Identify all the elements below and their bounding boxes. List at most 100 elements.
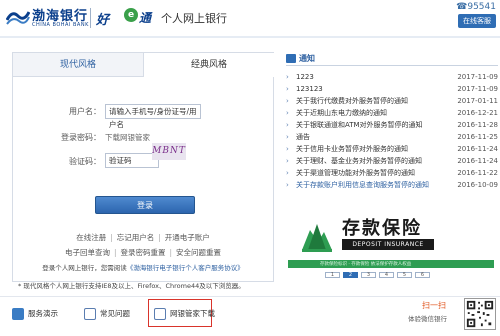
notice-text: 关于存款账户利用信息查询服务暂停的通知 — [296, 181, 429, 189]
notice-text: 通告 — [296, 133, 310, 141]
slogan-part1: 好 — [96, 13, 110, 28]
wechat-qr-code-icon — [464, 298, 496, 330]
banner-page-indicator[interactable]: 1 — [325, 272, 340, 278]
link-separator: | — [169, 248, 173, 257]
notice-text: 关于近期山东电力缴纳的通知 — [296, 109, 387, 117]
banner-page-indicator[interactable]: 6 — [415, 272, 430, 278]
bank-logo-icon — [6, 11, 30, 25]
bank-name-en: CHINA BOHAI BANK — [32, 22, 89, 28]
username-input[interactable]: 请输入手机号/身份证号/用户名 — [105, 104, 201, 129]
bullet-arrow-icon: › — [286, 157, 289, 165]
notice-text: 123123 — [296, 85, 323, 93]
faq-label: 常见问题 — [100, 309, 130, 318]
online-service-button[interactable]: 在线客服 — [458, 14, 496, 28]
register-link[interactable]: 在线注册 — [76, 233, 106, 242]
open-account-link[interactable]: 开通电子账户 — [165, 233, 210, 242]
banner-title-en: DEPOSIT INSURANCE — [342, 239, 434, 250]
download-manager-hint[interactable]: 下载网银管家 — [105, 132, 150, 143]
banner-page-indicator[interactable]: 2 — [343, 272, 358, 278]
notice-date: 2016-10-09 — [457, 181, 498, 189]
notice-text: 关于我行代缴费对外服务暂停的通知 — [296, 97, 408, 105]
deposit-insurance-logo-icon — [302, 224, 332, 252]
notice-date: 2016-12-21 — [457, 109, 498, 117]
notice-text: 关于理财、基金业务对外服务暂停的通知 — [296, 157, 422, 165]
deposit-insurance-banner[interactable]: 存款保险 DEPOSIT INSURANCE — [288, 208, 494, 260]
bullet-arrow-icon: › — [286, 145, 289, 153]
phone-icon: ☎ — [456, 2, 468, 12]
notice-text: 关于信用卡业务暂停对外服务的通知 — [296, 145, 408, 153]
scan-title: 扫一扫 — [422, 301, 446, 310]
captcha-input[interactable]: 验证码 — [105, 153, 159, 168]
login-button[interactable]: 登录 — [95, 196, 195, 214]
agreement-prefix: 登录个人网上银行，您需阅读 — [42, 264, 127, 272]
notice-date: 2017-01-11 — [457, 97, 498, 105]
forgot-username-link[interactable]: 忘记用户名 — [117, 233, 155, 242]
scan-subtitle: 体验微信银行 — [408, 315, 447, 323]
password-label: 登录密码： — [61, 133, 101, 142]
bullet-arrow-icon: › — [286, 97, 289, 105]
banner-page-indicator[interactable]: 4 — [379, 272, 394, 278]
notice-item[interactable]: › 关于我行代缴费对外服务暂停的通知 2017-01-11 — [286, 96, 498, 107]
download-manager-link[interactable]: 网银管家下载 — [154, 304, 215, 324]
faq-link[interactable]: 常见问题 — [84, 304, 130, 324]
notice-item[interactable]: › 关于银联通道和ATM对外服务暂停的通知 2016-11-28 — [286, 120, 498, 131]
bullet-arrow-icon: › — [286, 109, 289, 117]
browser-support-note: * 现代风格个人网上银行支持IE8及以上、Firefox、Chrome44及以下… — [18, 282, 245, 290]
notice-item[interactable]: › 关于理财、基金业务对外服务暂停的通知 2016-11-24 — [286, 156, 498, 167]
notice-item[interactable]: › 关于存款账户利用信息查询服务暂停的通知 2016-10-09 — [286, 180, 498, 191]
reset-security-question-link[interactable]: 安全问题重置 — [176, 248, 221, 257]
notice-item[interactable]: › 关于近期山东电力缴纳的通知 2016-12-21 — [286, 108, 498, 119]
tab-classic-style[interactable]: 经典风格 — [144, 53, 274, 77]
captcha-image[interactable]: MBNT — [152, 143, 186, 160]
bullet-arrow-icon: › — [286, 169, 289, 177]
banner-title-cn: 存款保险 — [342, 218, 422, 239]
slogan-part3: 通 — [139, 11, 152, 25]
slogan-part2: e — [124, 8, 138, 22]
hotline-number: 95541 — [467, 2, 496, 12]
header-divider — [0, 36, 500, 38]
notice-text: 关于银联通道和ATM对外服务暂停的通知 — [296, 121, 423, 129]
bullet-arrow-icon: › — [286, 85, 289, 93]
banner-strip-text: 存款保险标识 · 存款保险 依法保护存款人权益 — [320, 262, 412, 267]
banner-page-indicator[interactable]: 5 — [397, 272, 412, 278]
service-demo-label: 服务演示 — [28, 309, 58, 318]
notice-header: 通知 — [286, 52, 498, 66]
bullet-arrow-icon: › — [286, 121, 289, 129]
reset-password-link[interactable]: 登录密码重置 — [121, 248, 166, 257]
notice-item[interactable]: › 通告 2016-11-25 — [286, 132, 498, 143]
notice-date: 2016-11-25 — [457, 133, 498, 141]
notice-date: 2016-11-24 — [457, 145, 498, 153]
bullet-arrow-icon: › — [286, 133, 289, 141]
username-label: 用户名： — [69, 107, 101, 116]
banner-page-indicator[interactable]: 3 — [361, 272, 376, 278]
notice-date: 2016-11-28 — [457, 121, 498, 129]
link-separator: | — [158, 233, 161, 242]
agreement-line: 登录个人网上银行，您需阅读《渤海银行电子银行个人客户服务协议》 — [12, 262, 274, 272]
notice-date: 2016-11-22 — [457, 169, 498, 177]
receipt-query-link[interactable]: 电子回单查询 — [65, 248, 110, 257]
service-demo-link[interactable]: 服务演示 — [12, 304, 58, 324]
notice-date: 2017-11-09 — [457, 73, 498, 81]
captcha-label: 验证码： — [69, 157, 101, 166]
footer-divider — [0, 296, 500, 297]
notice-item[interactable]: › 123123 2017-11-09 — [286, 84, 498, 95]
header: 渤海银行 CHINA BOHAI BANK 好 e 通 个人网上银行 ☎9554… — [0, 0, 500, 38]
tab-modern-style[interactable]: 现代风格 — [13, 53, 144, 77]
login-links-row2: 电子回单查询 | 登录密码重置 | 安全问题重置 — [12, 247, 274, 258]
bullet-arrow-icon: › — [286, 73, 289, 81]
notice-text: 关于渠道管理功能对外服务暂停的通知 — [296, 169, 415, 177]
link-separator: | — [110, 233, 113, 242]
notice-date: 2016-11-24 — [457, 157, 498, 165]
notice-date: 2017-11-09 — [457, 85, 498, 93]
logo-divider — [90, 8, 91, 28]
notice-item[interactable]: › 1223 2017-11-09 — [286, 72, 498, 83]
agreement-protocol-link[interactable]: 《渤海银行电子银行个人客户服务协议》 — [127, 264, 244, 272]
notice-item[interactable]: › 关于信用卡业务暂停对外服务的通知 2016-11-24 — [286, 144, 498, 155]
page-title: 个人网上银行 — [161, 12, 227, 25]
bullet-arrow-icon: › — [286, 181, 289, 189]
notice-item[interactable]: › 关于渠道管理功能对外服务暂停的通知 2016-11-22 — [286, 168, 498, 179]
notice-icon — [286, 54, 296, 63]
page: 渤海银行 CHINA BOHAI BANK 好 e 通 个人网上银行 ☎9554… — [0, 0, 500, 336]
login-links-row1: 在线注册 | 忘记用户名 | 开通电子账户 — [12, 232, 274, 243]
download-manager-label: 网银管家下载 — [170, 309, 215, 318]
